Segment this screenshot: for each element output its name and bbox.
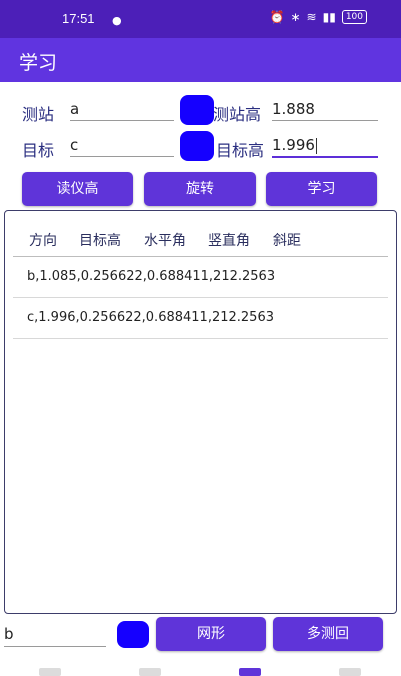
alarm-icon: ⏰ — [269, 10, 285, 24]
bottom-navigation — [0, 664, 401, 676]
nav-item[interactable] — [139, 668, 161, 676]
learn-button[interactable]: 学习 — [266, 172, 377, 206]
text-cursor — [315, 137, 317, 154]
status-time: 17:51 — [62, 11, 95, 26]
wifi-icon: ≋ — [306, 10, 317, 24]
bluetooth-icon: ∗ — [290, 10, 301, 24]
station-input[interactable]: a — [70, 98, 174, 121]
station-label: 测站 — [22, 105, 55, 124]
net-shape-button[interactable]: 网形 — [156, 617, 266, 651]
table-row[interactable]: c,1.996,0.256622,0.688411,212.2563 — [13, 298, 388, 339]
rotate-button[interactable]: 旋转 — [144, 172, 256, 206]
target-input[interactable]: c — [70, 134, 174, 157]
column-header-horizontal-angle: 水平角 — [144, 233, 186, 249]
column-header-target-height: 目标高 — [79, 233, 121, 249]
row-text: b,1.085,0.256622,0.688411,212.2563 — [27, 269, 276, 284]
table-row[interactable]: b,1.085,0.256622,0.688411,212.2563 — [13, 257, 388, 298]
target-color-swatch[interactable] — [180, 131, 214, 161]
signal-icon: ▮▮ — [322, 10, 336, 24]
row-text: c,1.996,0.256622,0.688411,212.2563 — [27, 310, 274, 325]
column-header-slope-distance: 斜距 — [273, 233, 301, 249]
target-height-label: 目标高 — [216, 141, 265, 160]
nav-item-selected[interactable] — [239, 668, 261, 676]
target-label: 目标 — [22, 141, 55, 160]
status-icons: ⏰ ∗ ≋ ▮▮ 100 — [270, 10, 367, 24]
bottom-input[interactable]: b — [4, 622, 106, 647]
nav-item[interactable] — [339, 668, 361, 676]
battery-icon: 100 — [341, 10, 367, 24]
observation-table: 方向 目标高 水平角 竖直角 斜距 b,1.085,0.256622,0.688… — [4, 210, 397, 614]
column-header-vertical-angle: 竖直角 — [208, 233, 250, 249]
nav-item[interactable] — [39, 668, 61, 676]
read-instrument-height-button[interactable]: 读仪高 — [22, 172, 133, 206]
bottom-color-swatch[interactable] — [117, 621, 149, 648]
multi-round-button[interactable]: 多测回 — [273, 617, 383, 651]
notification-icon: ● — [112, 14, 122, 27]
target-height-input[interactable]: 1.996 — [272, 134, 378, 158]
column-header-direction: 方向 — [29, 233, 57, 249]
status-bar: 17:51 ● ⏰ ∗ ≋ ▮▮ 100 — [0, 0, 401, 38]
station-height-label: 测站高 — [213, 105, 262, 124]
station-color-swatch[interactable] — [180, 95, 214, 125]
station-height-input[interactable]: 1.888 — [272, 98, 378, 121]
app-bar: 学习 — [0, 38, 401, 82]
page-title: 学习 — [19, 52, 58, 74]
